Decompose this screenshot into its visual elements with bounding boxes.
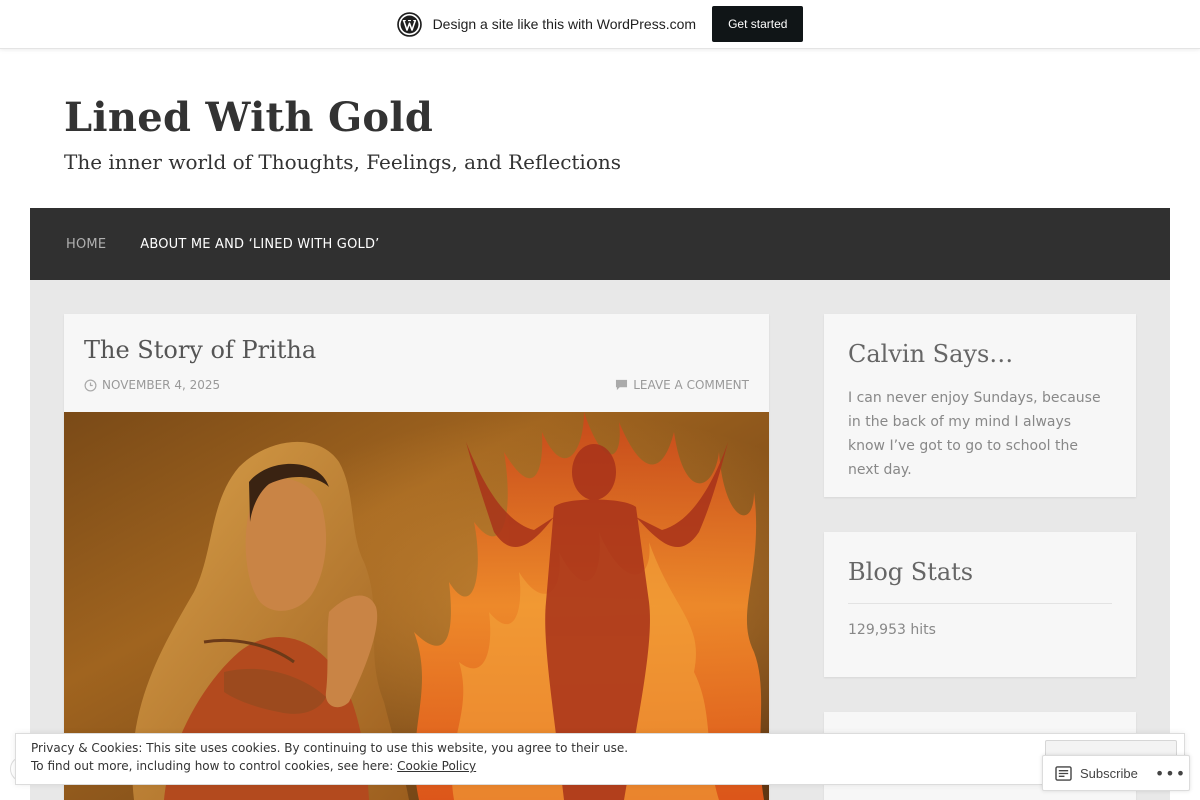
widget-quote-text: I can never enjoy Sundays, because in th… xyxy=(848,390,1101,478)
post-comment-meta: LEAVE A COMMENT xyxy=(615,378,749,392)
cookie-policy-link[interactable]: Cookie Policy xyxy=(397,759,476,773)
cookie-text-prefix: To find out more, including how to contr… xyxy=(31,759,398,773)
reader-icon xyxy=(1055,765,1072,781)
leave-comment-link[interactable]: LEAVE A COMMENT xyxy=(633,378,749,392)
banner-text[interactable]: Design a site like this with WordPress.c… xyxy=(433,16,697,32)
wordpress-logo-icon[interactable] xyxy=(396,11,422,37)
get-started-button[interactable]: Get started xyxy=(712,6,804,42)
nav-item-about[interactable]: ABOUT ME AND ‘LINED WITH GOLD’ xyxy=(140,237,379,252)
subscribe-button[interactable]: Subscribe xyxy=(1043,756,1138,790)
calvin-says-widget: Calvin Says… I can never enjoy Sundays, … xyxy=(824,314,1136,497)
site-description: The inner world of Thoughts, Feelings, a… xyxy=(64,150,622,174)
post-date-meta: NOVEMBER 4, 2025 xyxy=(84,378,220,392)
main-navigation: HOME ABOUT ME AND ‘LINED WITH GOLD’ xyxy=(30,208,1170,280)
post-date[interactable]: NOVEMBER 4, 2025 xyxy=(102,378,220,392)
widget-title: Blog Stats xyxy=(848,558,974,586)
subscribe-bar: Subscribe ••• xyxy=(1042,755,1190,791)
cookie-banner: Privacy & Cookies: This site uses cookie… xyxy=(15,733,1185,785)
blog-stats-hits: 129,953 hits xyxy=(848,622,936,638)
subscribe-label: Subscribe xyxy=(1080,765,1138,781)
blog-stats-widget: Blog Stats 129,953 hits xyxy=(824,532,1136,677)
comment-icon xyxy=(615,379,628,391)
clock-icon xyxy=(84,379,97,392)
wordpress-banner: Design a site like this with WordPress.c… xyxy=(0,0,1200,49)
site-title[interactable]: Lined With Gold xyxy=(64,94,433,141)
cookie-text-line-1: Privacy & Cookies: This site uses cookie… xyxy=(31,741,629,755)
post-card: The Story of Pritha NOVEMBER 4, 2025 LEA… xyxy=(64,314,769,800)
widget-divider xyxy=(848,603,1112,604)
widget-title: Calvin Says… xyxy=(848,340,1014,368)
post-title[interactable]: The Story of Pritha xyxy=(84,336,316,364)
cookie-text-line-2: To find out more, including how to contr… xyxy=(31,759,476,773)
nav-item-home[interactable]: HOME xyxy=(66,237,106,252)
more-options-icon[interactable]: ••• xyxy=(1155,764,1186,783)
